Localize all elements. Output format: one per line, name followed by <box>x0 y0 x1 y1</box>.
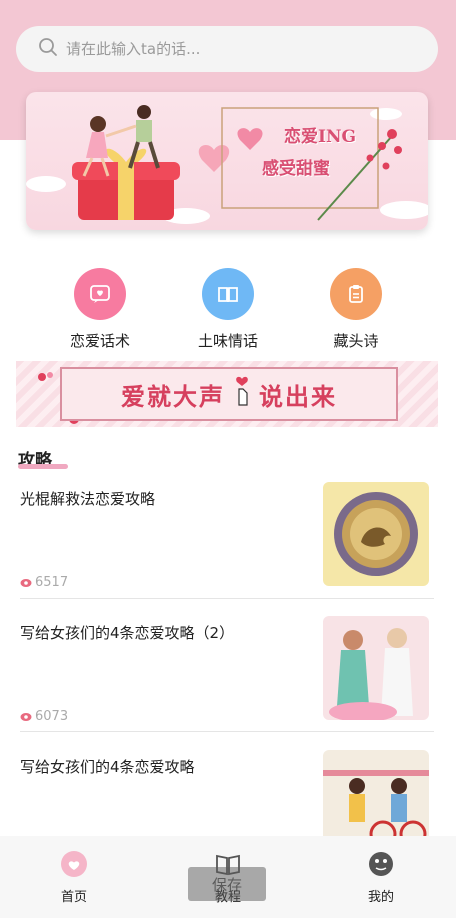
search-bar[interactable] <box>16 26 438 72</box>
search-icon <box>38 37 58 61</box>
slogan-left: 爱就大声 <box>121 381 225 411</box>
heart-chat-icon <box>74 268 126 320</box>
article-views: 6073 <box>20 709 68 724</box>
view-count: 6517 <box>35 575 69 590</box>
category-label: 土味情话 <box>197 332 258 350</box>
scroll-icon <box>330 268 382 320</box>
category-label: 藏头诗 <box>333 332 379 350</box>
article-title: 写给女孩们的4条恋爱攻略（2） <box>20 624 235 642</box>
finger-heart-icon <box>231 375 253 413</box>
category-acrostic-poem[interactable]: 藏头诗 <box>301 268 411 351</box>
slogan-frame: 爱就大声 说出来 <box>60 367 398 421</box>
category-label: 恋爱话术 <box>69 332 130 350</box>
toast-text: 保存 <box>211 875 242 894</box>
article-thumbnail <box>323 482 429 586</box>
category-rustic-love-words[interactable]: 土味情话 <box>173 268 283 351</box>
eye-icon <box>20 578 32 587</box>
article-thumbnail <box>323 616 429 720</box>
book-icon <box>202 268 254 320</box>
profile-icon <box>369 852 393 876</box>
article-title: 写给女孩们的4条恋爱攻略 <box>20 758 195 776</box>
tab-home[interactable]: 首页 <box>34 850 114 905</box>
section-title-underline <box>18 464 68 469</box>
hero-banner-illustration <box>26 105 428 224</box>
article-views: 6517 <box>20 575 68 590</box>
toast-overlay: 保存 <box>188 867 266 901</box>
banner-title-line1: 恋爱ING <box>284 127 357 147</box>
article-title: 光棍解救法恋爱攻略 <box>20 490 156 508</box>
tab-label: 我的 <box>367 890 394 905</box>
slogan-right: 说出来 <box>259 381 337 411</box>
article-divider <box>20 731 434 732</box>
slogan-banner[interactable]: 爱就大声 说出来 <box>16 361 438 427</box>
article-item[interactable]: 光棍解救法恋爱攻略 6517 <box>20 482 434 596</box>
home-heart-icon <box>61 851 87 877</box>
eye-icon <box>20 712 32 721</box>
banner-title-line2: 感受甜蜜 <box>262 159 330 179</box>
search-input[interactable] <box>66 40 396 58</box>
category-row: 恋爱话术 土味情话 藏头诗 <box>0 268 456 358</box>
tab-mine[interactable]: 我的 <box>341 850 421 905</box>
category-love-talk[interactable]: 恋爱话术 <box>45 268 155 351</box>
article-divider <box>20 598 434 599</box>
article-item[interactable]: 写给女孩们的4条恋爱攻略（2） 6073 <box>20 616 434 730</box>
hero-banner[interactable]: 恋爱ING 感受甜蜜 <box>26 92 428 230</box>
tab-label: 首页 <box>60 890 87 905</box>
view-count: 6073 <box>35 709 69 724</box>
